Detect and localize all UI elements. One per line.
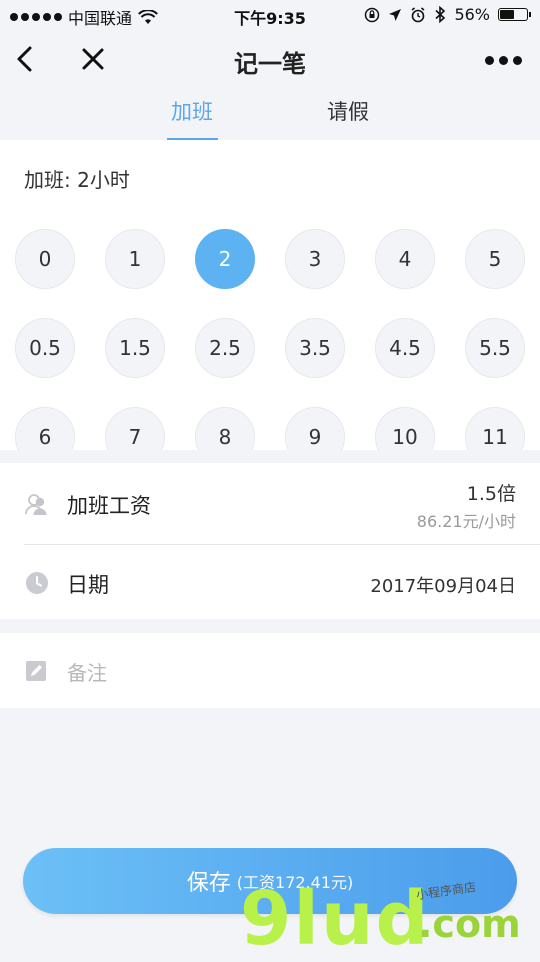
date-value[interactable]: 2017年09月04日 xyxy=(370,572,516,598)
wage-row[interactable]: 加班工资 1.5倍 86.21元/小时 xyxy=(0,463,540,541)
hour-option[interactable]: 8 xyxy=(195,407,255,450)
wage-hourly-rate: 86.21元/小时 xyxy=(416,512,516,531)
hour-option[interactable]: 5.5 xyxy=(465,318,525,378)
tab-overtime[interactable]: 加班 xyxy=(142,96,242,126)
battery-icon xyxy=(498,8,531,21)
info-card: 加班工资 1.5倍 86.21元/小时 日期 2017年09月04日 xyxy=(0,463,540,619)
wage-multiplier: 1.5倍 xyxy=(466,483,516,505)
status-bar: 中国联通 下午9:35 56% xyxy=(0,0,540,30)
location-icon xyxy=(389,8,402,21)
hour-option[interactable]: 3.5 xyxy=(285,318,345,378)
note-card[interactable]: 备注 xyxy=(0,633,540,708)
status-right: 56% xyxy=(364,5,531,24)
hour-option[interactable]: 2 xyxy=(195,229,255,289)
hour-option[interactable]: 9 xyxy=(285,407,345,450)
date-row[interactable]: 日期 2017年09月04日 xyxy=(0,545,540,623)
hour-option[interactable]: 0.5 xyxy=(15,318,75,378)
hour-option[interactable]: 3 xyxy=(285,229,345,289)
hour-option[interactable]: 6 xyxy=(15,407,75,450)
hours-card: 加班: 2小时 0 1 2 3 4 5 0.5 1.5 2.5 3.5 4.5 5.5 6 7 8 9 10 11 xyxy=(0,140,540,450)
hour-option[interactable]: 5 xyxy=(465,229,525,289)
watermark-brand: 9lud xyxy=(240,876,431,962)
save-label: 保存 xyxy=(186,871,231,896)
hours-summary: 加班: 2小时 xyxy=(24,168,130,192)
hour-option[interactable]: 10 xyxy=(375,407,435,450)
wage-label: 加班工资 xyxy=(67,494,151,518)
hour-option[interactable]: 11 xyxy=(465,407,525,450)
note-input[interactable]: 备注 xyxy=(67,657,107,686)
page-title: 记一笔 xyxy=(234,50,306,78)
watermark: 9lud .com 小程序商店 xyxy=(240,880,540,960)
date-label: 日期 xyxy=(67,573,109,597)
more-icon[interactable] xyxy=(485,56,522,65)
hour-option[interactable]: 4 xyxy=(375,229,435,289)
hour-option[interactable]: 1 xyxy=(105,229,165,289)
clock-icon xyxy=(26,572,48,594)
wage-people-icon xyxy=(25,494,47,515)
hour-option[interactable]: 2.5 xyxy=(195,318,255,378)
tab-bar: 加班 请假 xyxy=(0,88,540,141)
tab-leave[interactable]: 请假 xyxy=(298,96,398,126)
alarm-icon xyxy=(411,6,425,22)
hour-option[interactable]: 4.5 xyxy=(375,318,435,378)
bluetooth-icon xyxy=(435,6,446,23)
edit-icon xyxy=(26,661,46,681)
hour-option[interactable]: 7 xyxy=(105,407,165,450)
orientation-lock-icon xyxy=(365,7,380,22)
watermark-domain: .com xyxy=(418,902,521,946)
nav-bar: 记一笔 xyxy=(0,30,540,90)
hour-option[interactable]: 0 xyxy=(15,229,75,289)
hour-option[interactable]: 1.5 xyxy=(105,318,165,378)
battery-percent: 56% xyxy=(454,5,490,24)
